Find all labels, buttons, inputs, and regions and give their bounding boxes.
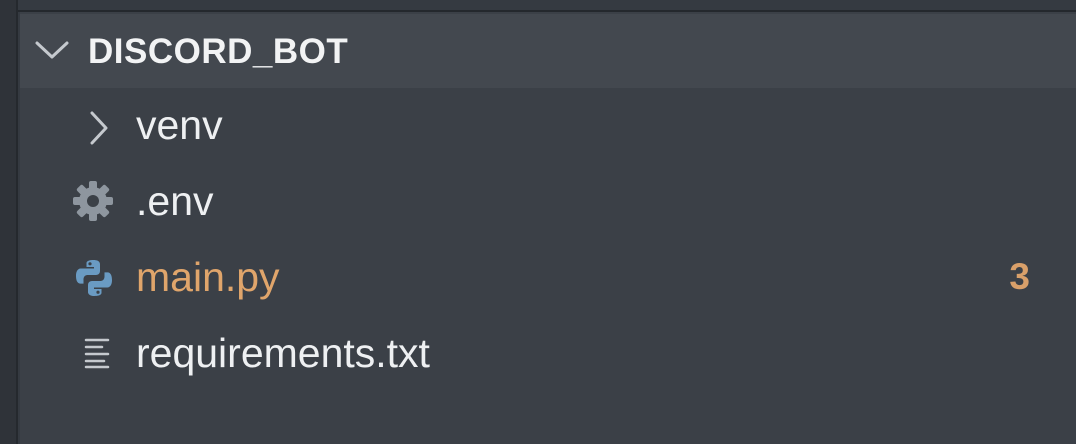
gear-icon <box>73 181 113 221</box>
folder-name: DISCORD_BOT <box>88 32 349 71</box>
tree-item-label: main.py <box>136 254 280 300</box>
chevron-down-icon <box>35 41 69 59</box>
python-icon <box>76 260 112 296</box>
chevron-right-icon <box>90 111 108 145</box>
activity-edge <box>0 0 18 444</box>
text-lines-icon <box>84 338 110 369</box>
tree-item-venv[interactable]: venv <box>20 88 1076 164</box>
tree-item-label: requirements.txt <box>136 330 430 376</box>
folder-header-discord-bot[interactable]: DISCORD_BOT <box>20 14 1076 88</box>
tree-item-label: venv <box>136 102 223 148</box>
panel-top-border <box>18 0 1076 12</box>
tree-item-env[interactable]: .env <box>20 164 1076 240</box>
file-explorer: DISCORD_BOT venv .env main.py 3 requirem… <box>20 12 1076 444</box>
problem-count-badge: 3 <box>1009 256 1030 297</box>
tree-item-label: .env <box>136 178 214 224</box>
tree-item-main-py[interactable]: main.py 3 <box>20 240 1076 316</box>
tree-item-requirements-txt[interactable]: requirements.txt <box>20 316 1076 392</box>
